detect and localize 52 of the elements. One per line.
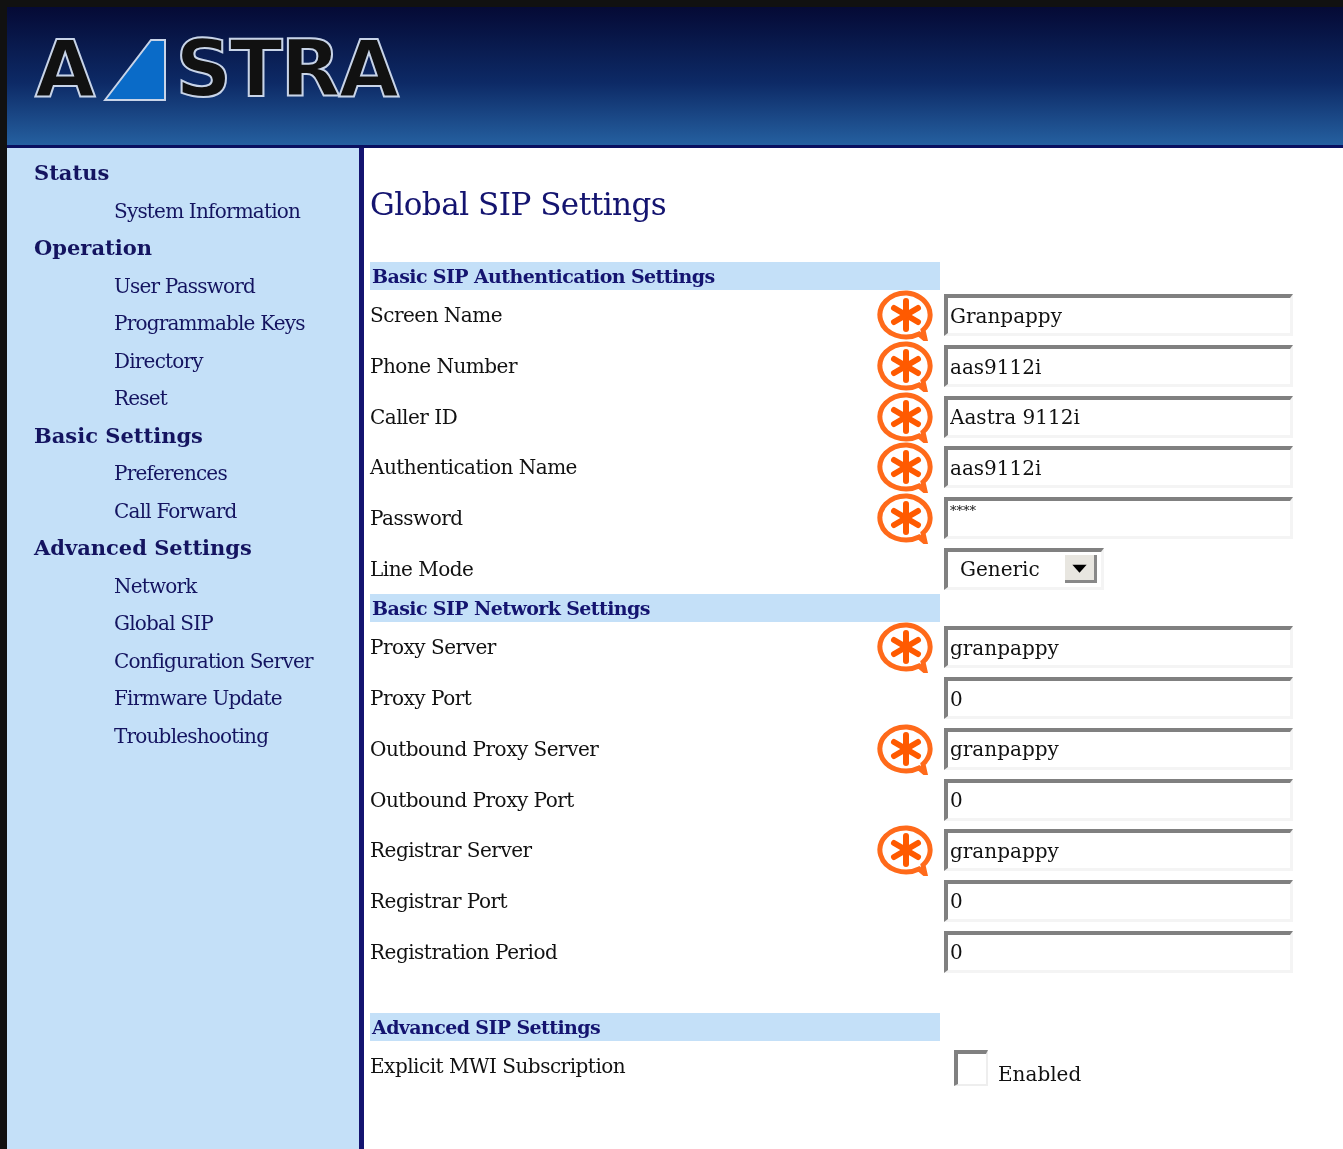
field-label: Outbound Proxy Server bbox=[370, 736, 600, 761]
field-label: Outbound Proxy Port bbox=[370, 787, 575, 812]
nav-link[interactable]: Programmable Keys bbox=[34, 308, 359, 346]
nav-link[interactable]: Network bbox=[34, 570, 359, 608]
page-title: Global SIP Settings bbox=[370, 186, 668, 222]
text-field[interactable]: 0 bbox=[944, 879, 1293, 922]
nav-heading[interactable]: Status bbox=[34, 158, 359, 196]
nav-link[interactable]: User Password bbox=[34, 270, 359, 308]
text-field[interactable]: granpappy bbox=[944, 829, 1293, 872]
nav-link[interactable]: Preferences bbox=[34, 458, 359, 496]
field-label: Line Mode bbox=[370, 556, 475, 581]
field-label: Caller ID bbox=[370, 404, 459, 429]
logo-text: STRA bbox=[174, 25, 400, 115]
nav-link[interactable]: Directory bbox=[34, 345, 359, 383]
field-label: Explicit MWI Subscription bbox=[370, 1054, 627, 1079]
text-field[interactable]: Aastra 9112i bbox=[944, 395, 1293, 438]
password-field[interactable]: **** bbox=[944, 497, 1293, 540]
field-label: Password bbox=[370, 506, 464, 531]
logo-text: A bbox=[34, 25, 96, 115]
nav-link[interactable]: Troubleshooting bbox=[34, 720, 359, 758]
text-field[interactable]: aas9112i bbox=[944, 345, 1293, 388]
nav-link[interactable]: Call Forward bbox=[34, 495, 359, 533]
nav-link[interactable]: Firmware Update bbox=[34, 683, 359, 721]
text-field[interactable]: 0 bbox=[944, 930, 1293, 973]
nav-heading[interactable]: Advanced Settings bbox=[34, 533, 359, 571]
text-field[interactable]: granpappy bbox=[944, 626, 1293, 669]
text-field[interactable]: 0 bbox=[944, 778, 1293, 821]
nav-heading[interactable]: Basic Settings bbox=[34, 420, 359, 458]
section-heading: Basic SIP Network Settings bbox=[370, 594, 940, 623]
nav-heading[interactable]: Operation bbox=[34, 233, 359, 271]
field-label: Registrar Port bbox=[370, 888, 509, 913]
field-label: Phone Number bbox=[370, 354, 519, 379]
field-label: Authentication Name bbox=[370, 455, 578, 480]
field-label: Proxy Port bbox=[370, 686, 473, 711]
checkbox[interactable] bbox=[954, 1050, 988, 1087]
nav-link[interactable]: System Information bbox=[34, 195, 359, 233]
field-label: Registration Period bbox=[370, 939, 559, 964]
text-field[interactable]: 0 bbox=[944, 677, 1293, 720]
field-label: Registrar Server bbox=[370, 838, 533, 863]
field-label: Proxy Server bbox=[370, 635, 498, 660]
nav-link[interactable]: Configuration Server bbox=[34, 645, 359, 683]
checkbox-label: Enabled bbox=[998, 1062, 1082, 1087]
line-mode-dropdown[interactable]: Generic bbox=[944, 547, 1104, 590]
text-field[interactable]: aas9112i bbox=[944, 446, 1293, 489]
caret-icon bbox=[1065, 555, 1097, 584]
section-heading: Basic SIP Authentication Settings bbox=[370, 262, 940, 290]
text-field[interactable]: granpappy bbox=[944, 727, 1293, 770]
section-heading: Advanced SIP Settings bbox=[370, 1012, 940, 1041]
text-field[interactable]: Granpappy bbox=[944, 294, 1293, 337]
field-label: Screen Name bbox=[370, 303, 504, 328]
nav-link[interactable]: Global SIP bbox=[34, 608, 359, 646]
nav-link[interactable]: Reset bbox=[34, 383, 359, 421]
